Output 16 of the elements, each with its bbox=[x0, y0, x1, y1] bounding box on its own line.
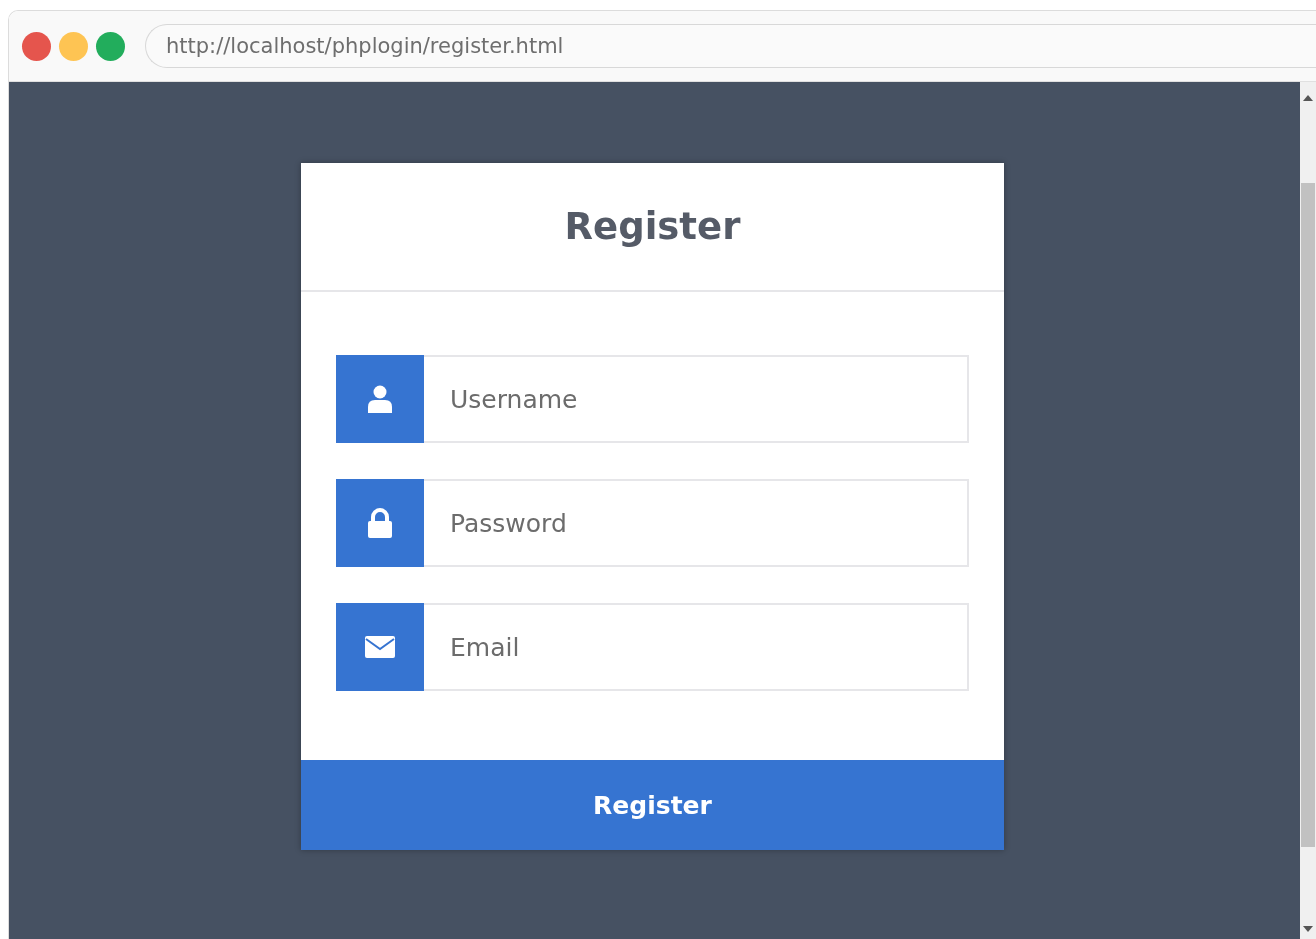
input-field[interactable]: Password bbox=[424, 479, 969, 567]
minimize-button[interactable] bbox=[59, 31, 88, 61]
form-title: Register bbox=[301, 163, 1004, 292]
maximize-button[interactable] bbox=[96, 31, 125, 61]
close-button[interactable] bbox=[22, 31, 51, 61]
register-button[interactable]: Register bbox=[301, 760, 1004, 850]
input-field[interactable]: Username bbox=[424, 355, 969, 443]
lock-icon bbox=[367, 508, 393, 538]
scrollbar[interactable] bbox=[1300, 82, 1316, 939]
mail-icon bbox=[365, 636, 395, 658]
scroll-down-icon[interactable] bbox=[1303, 926, 1313, 932]
scroll-up-icon[interactable] bbox=[1303, 95, 1313, 101]
user-icon bbox=[367, 385, 393, 413]
address-bar[interactable]: http://localhost/phplogin/register.html bbox=[145, 24, 1316, 68]
scrollbar-thumb[interactable] bbox=[1301, 183, 1315, 847]
input-field[interactable]: Email bbox=[424, 603, 969, 691]
